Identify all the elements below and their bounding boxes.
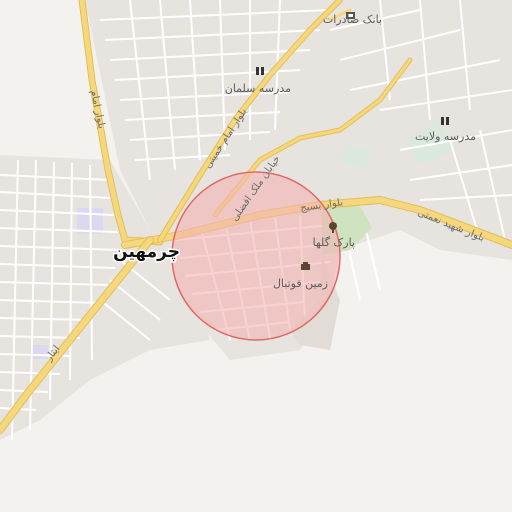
- poi-label-park[interactable]: پارک گلها: [313, 236, 355, 249]
- city-label[interactable]: چرمهین: [112, 241, 182, 264]
- poi-label-school-salman[interactable]: مدرسه سلمان: [225, 82, 291, 95]
- poi-label-football[interactable]: زمین فوتبال: [273, 277, 328, 290]
- map-view[interactable]: بانک صادرات مدرسه سلمان مدرسه ولایت پارک…: [0, 0, 512, 512]
- poi-label-school-velayat[interactable]: مدرسه ولایت: [415, 130, 476, 143]
- poi-label-bank[interactable]: بانک صادرات: [323, 13, 382, 26]
- map-canvas[interactable]: بانک صادرات مدرسه سلمان مدرسه ولایت پارک…: [0, 0, 512, 512]
